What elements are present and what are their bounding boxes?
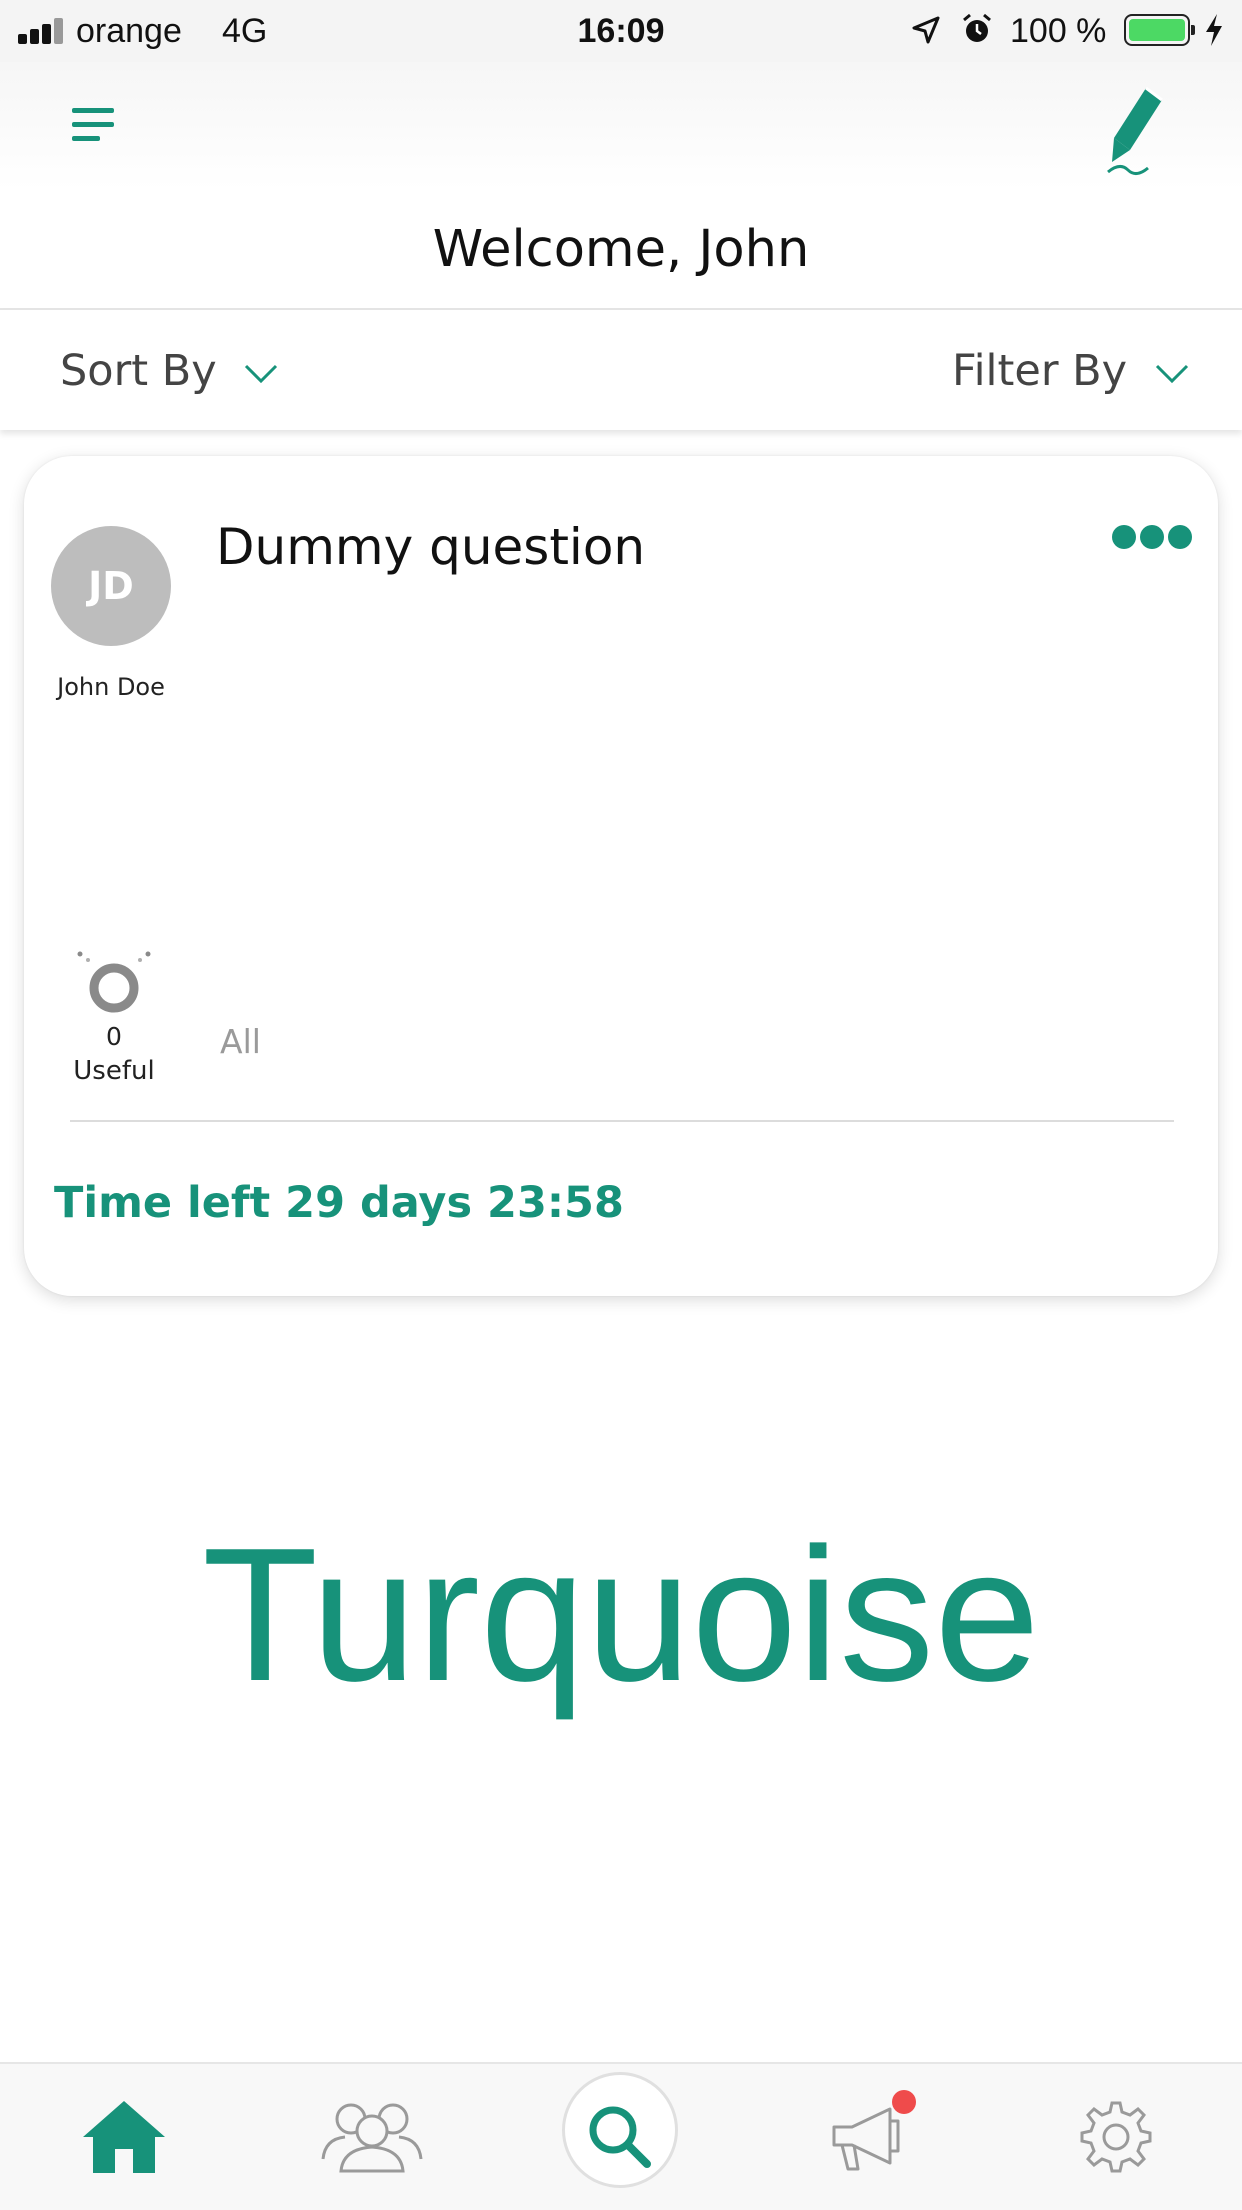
charging-icon <box>1206 14 1222 46</box>
sort-by-label: Sort By <box>60 346 217 396</box>
sort-by-button[interactable]: Sort By <box>60 346 278 396</box>
compose-button[interactable] <box>1100 82 1170 182</box>
tab-announcements[interactable] <box>744 2064 992 2210</box>
location-icon <box>912 16 940 44</box>
useful-label: Useful <box>73 1056 155 1086</box>
chevron-down-icon <box>1155 364 1188 383</box>
card-divider <box>70 1120 1174 1122</box>
filter-by-label: Filter By <box>952 346 1128 396</box>
status-bar: orange 4G 16:09 100 % <box>0 0 1242 62</box>
welcome-title: Welcome, John <box>432 220 810 279</box>
useful-icon[interactable] <box>68 944 158 1022</box>
filter-by-button[interactable]: Filter By <box>952 346 1189 396</box>
sort-filter-bar: Sort By Filter By <box>0 310 1242 430</box>
menu-button[interactable] <box>62 102 124 152</box>
author-name: John Doe <box>57 673 165 701</box>
chevron-down-icon <box>245 364 278 383</box>
pencil-icon <box>1107 86 1163 175</box>
tab-bar <box>0 2062 1242 2210</box>
home-icon <box>83 2101 165 2173</box>
tab-community[interactable] <box>248 2064 496 2210</box>
more-options-button[interactable] <box>1084 522 1192 552</box>
tab-settings[interactable] <box>992 2064 1240 2210</box>
app-header <box>0 62 1242 190</box>
question-card[interactable]: JD John Doe Dummy question 0 Useful All … <box>24 456 1218 1296</box>
people-icon <box>321 2103 423 2173</box>
tab-search[interactable] <box>496 2064 744 2210</box>
battery-percentage: 100 % <box>1010 12 1107 50</box>
notification-badge <box>892 2090 916 2114</box>
useful-count: 0 <box>106 1022 122 1051</box>
avatar[interactable]: JD <box>51 526 171 646</box>
battery-icon <box>1124 14 1195 46</box>
search-icon <box>589 2106 651 2168</box>
all-answers-link[interactable]: All <box>220 1022 261 1061</box>
welcome-banner: Welcome, John <box>0 190 1242 310</box>
question-title[interactable]: Dummy question <box>216 518 645 576</box>
alarm-icon <box>963 13 991 42</box>
gear-icon <box>1080 2101 1152 2173</box>
brand-wordmark: Turquoise <box>202 1509 1040 1721</box>
time-left-label: Time left 29 days 23:58 <box>54 1178 624 1228</box>
tab-home[interactable] <box>0 2064 248 2210</box>
